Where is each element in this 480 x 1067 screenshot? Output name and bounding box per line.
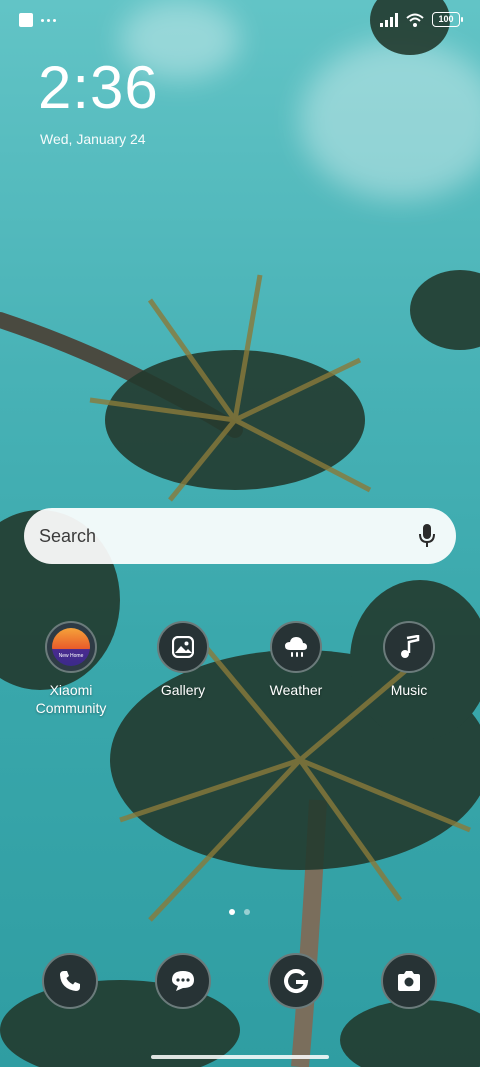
music-icon: [383, 621, 435, 673]
page-dot: [244, 909, 250, 915]
app-music[interactable]: Music: [354, 621, 464, 699]
status-bar: 100: [0, 0, 480, 40]
more-notifications-icon: [41, 18, 56, 22]
app-weather[interactable]: Weather: [241, 621, 351, 699]
app-xiaomi-community[interactable]: New Home Xiaomi Community: [16, 621, 126, 717]
search-placeholder: Search: [39, 525, 97, 546]
home-indicator[interactable]: [151, 1055, 329, 1059]
dock-google[interactable]: [268, 953, 324, 1009]
battery-icon: 100: [432, 12, 463, 27]
camera-icon: [381, 953, 437, 1009]
microphone-icon[interactable]: [414, 521, 440, 551]
clock-date[interactable]: Wed, January 24: [40, 131, 146, 147]
clock-time[interactable]: 2:36: [38, 58, 159, 118]
page-dot-active: [229, 909, 235, 915]
gallery-icon: [157, 621, 209, 673]
phone-icon: [42, 953, 98, 1009]
wifi-icon: [406, 13, 424, 27]
dock-phone[interactable]: [42, 953, 98, 1009]
xiaomi-community-icon: New Home: [45, 621, 97, 673]
search-bar[interactable]: Search: [24, 508, 456, 564]
system-status: 100: [380, 12, 463, 27]
dock-camera[interactable]: [381, 953, 437, 1009]
app-label: Xiaomi Community: [35, 682, 107, 716]
google-icon: [268, 953, 324, 1009]
notification-area: [19, 13, 56, 27]
dock-messages[interactable]: [155, 953, 211, 1009]
app-label: Gallery: [160, 682, 206, 698]
messages-icon: [155, 953, 211, 1009]
app-gallery[interactable]: Gallery: [128, 621, 238, 699]
app-label: Music: [390, 682, 428, 698]
app-label: Weather: [269, 682, 323, 698]
signal-icon: [380, 12, 398, 27]
page-indicator: [229, 909, 250, 915]
notification-icon: [19, 13, 33, 27]
weather-icon: [270, 621, 322, 673]
